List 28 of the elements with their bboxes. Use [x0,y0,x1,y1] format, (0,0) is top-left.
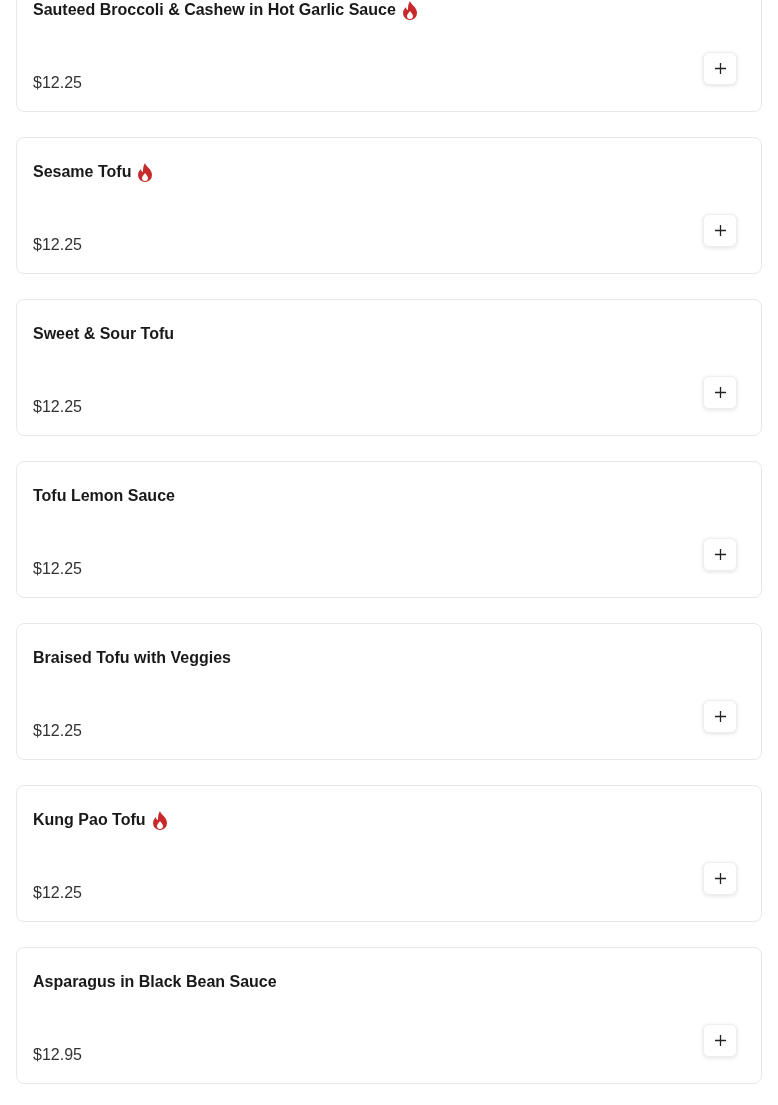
plus-icon [714,711,726,722]
plus-icon [714,549,726,560]
dish-name: Tofu Lemon Sauce [33,486,175,506]
price: $12.25 [33,73,82,93]
dish-name: Sesame Tofu [33,162,132,182]
price: $12.25 [33,721,82,741]
add-button[interactable] [703,862,737,895]
add-button[interactable] [703,1024,737,1057]
dish-name: Asparagus in Black Bean Sauce [33,972,277,992]
price: $12.25 [33,397,82,417]
dish-name: Sauteed Broccoli & Cashew in Hot Garlic Sauce [33,0,396,20]
add-button[interactable] [703,52,737,85]
plus-icon [714,873,726,884]
plus-icon [714,225,726,236]
dish-name: Sweet & Sour Tofu [33,324,175,344]
add-button[interactable] [703,376,737,409]
dish-name: Braised Tofu with Veggies [33,648,231,668]
price: $12.95 [33,1045,82,1065]
add-button[interactable] [703,214,737,247]
add-button[interactable] [703,700,737,733]
plus-icon [714,1035,726,1046]
dish-name: Kung Pao Tofu [33,810,146,830]
plus-icon [714,387,726,398]
price: $12.25 [33,883,82,903]
price: $12.25 [33,235,82,255]
plus-icon [714,63,726,74]
price: $12.25 [33,559,82,579]
add-button[interactable] [703,538,737,571]
